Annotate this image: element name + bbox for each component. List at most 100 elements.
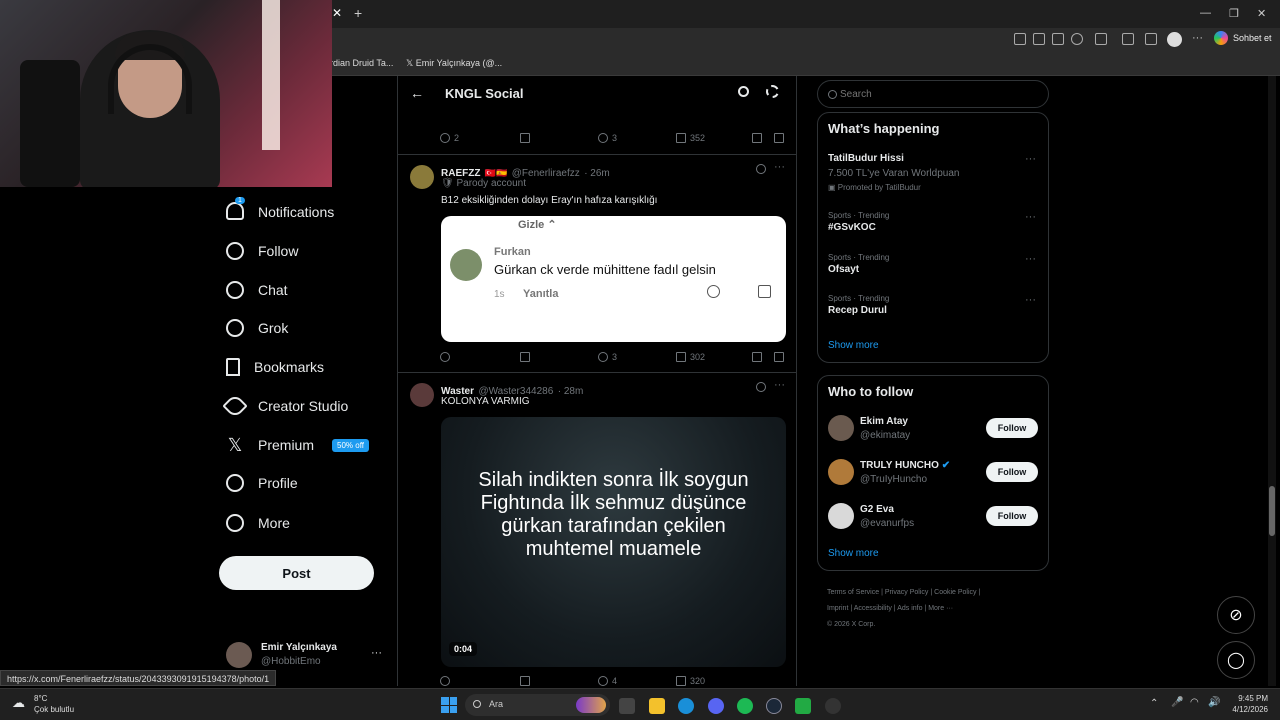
post-button[interactable]: Post bbox=[219, 556, 374, 590]
like-action[interactable]: 3 bbox=[598, 352, 617, 362]
nav-premium[interactable]: 𝕏 Premium 50% off bbox=[226, 430, 369, 460]
views-action[interactable]: 352 bbox=[676, 133, 705, 143]
wifi-icon[interactable]: ◠ bbox=[1190, 697, 1199, 708]
account-more-icon[interactable]: ··· bbox=[371, 647, 382, 659]
split-screen-icon[interactable] bbox=[1014, 33, 1026, 45]
windows-start-icon[interactable] bbox=[441, 697, 457, 713]
nav-profile[interactable]: Profile bbox=[226, 468, 298, 498]
nav-follow[interactable]: Follow bbox=[226, 236, 298, 266]
nav-bookmarks[interactable]: Bookmarks bbox=[226, 352, 324, 382]
maximize-icon[interactable]: ❐ bbox=[1229, 7, 1239, 20]
tweet-media-screenshot[interactable]: Gizle ⌃ Furkan Gürkan ck verde mühittene… bbox=[441, 216, 786, 342]
translate-icon[interactable] bbox=[1033, 33, 1045, 45]
trend-more-icon[interactable]: ··· bbox=[1025, 294, 1036, 306]
grok-explain-icon[interactable] bbox=[756, 382, 766, 392]
close-tab-icon[interactable]: ✕ bbox=[332, 6, 342, 20]
search-icon[interactable] bbox=[738, 86, 749, 97]
terminal-icon[interactable] bbox=[795, 698, 811, 714]
window-close-icon[interactable]: ✕ bbox=[1257, 7, 1266, 20]
clock-time[interactable]: 9:45 PM bbox=[1230, 694, 1268, 703]
tweet-time[interactable]: · 28m bbox=[558, 386, 584, 397]
footer-link[interactable]: Imprint bbox=[827, 605, 848, 612]
follow-suggestion[interactable]: G2 Eva @evanurfps Follow bbox=[818, 500, 1048, 532]
footer-link[interactable]: Terms of Service bbox=[827, 589, 879, 596]
bookmark-item-x[interactable]: 𝕏 Emir Yalçınkaya (@... bbox=[406, 58, 502, 69]
zoom-icon[interactable] bbox=[1052, 33, 1064, 45]
like-action[interactable]: 4 bbox=[598, 676, 617, 686]
footer-link[interactable]: Privacy Policy bbox=[885, 589, 929, 596]
gear-icon[interactable] bbox=[766, 85, 779, 98]
follow-suggestion[interactable]: TRULY HUNCHO ✔ @TruIyHuncho Follow bbox=[818, 456, 1048, 488]
repost-action[interactable] bbox=[520, 133, 530, 143]
microphone-icon[interactable]: 🎤 bbox=[1171, 697, 1183, 708]
share-action[interactable] bbox=[774, 133, 784, 143]
tweet-time[interactable]: · 26m bbox=[584, 168, 610, 179]
trend-more-icon[interactable]: ··· bbox=[1025, 253, 1036, 265]
nav-more[interactable]: More bbox=[226, 508, 290, 538]
footer-link[interactable]: More ··· bbox=[928, 605, 953, 612]
grok-explain-icon[interactable] bbox=[756, 164, 766, 174]
chat-float-button[interactable]: ◯ bbox=[1217, 641, 1255, 679]
repost-action[interactable] bbox=[520, 352, 530, 362]
promoted-trend[interactable]: TatilBudur Hissi 7.500 TL'ye Varan World… bbox=[818, 149, 1048, 199]
back-arrow-icon[interactable]: ← bbox=[410, 85, 424, 101]
follow-button[interactable]: Follow bbox=[986, 418, 1038, 438]
tweet-avatar[interactable] bbox=[410, 383, 434, 407]
collections-icon[interactable] bbox=[1122, 33, 1134, 45]
favorites-icon[interactable] bbox=[1145, 33, 1157, 45]
footer-link[interactable]: Accessibility bbox=[854, 605, 892, 612]
file-explorer-icon[interactable] bbox=[649, 698, 665, 714]
steam-icon[interactable] bbox=[766, 698, 782, 714]
bookmark-action[interactable] bbox=[752, 133, 762, 143]
views-action[interactable]: 320 bbox=[676, 676, 705, 686]
reply-action[interactable]: 2 bbox=[440, 133, 459, 143]
copilot-chat-button[interactable]: Sohbet et bbox=[1214, 31, 1272, 45]
nav-grok[interactable]: Grok bbox=[226, 313, 288, 343]
tweet[interactable]: RAEFZZ 🇹🇷🇪🇸 @Fenerliraefzz · 26m ··· 🛡 P… bbox=[398, 155, 796, 373]
scrollbar-thumb[interactable] bbox=[1269, 486, 1275, 536]
like-action[interactable]: 3 bbox=[598, 133, 617, 143]
weather-desc[interactable]: Çok bulutlu bbox=[34, 705, 74, 714]
share-action[interactable] bbox=[774, 352, 784, 362]
obs-icon[interactable] bbox=[825, 698, 841, 714]
footer-link[interactable]: Cookie Policy bbox=[934, 589, 976, 596]
nav-creator-studio[interactable]: Creator Studio bbox=[222, 391, 348, 421]
taskbar-search[interactable]: Ara bbox=[465, 694, 610, 716]
scrollbar[interactable] bbox=[1268, 76, 1276, 686]
views-action[interactable]: 302 bbox=[676, 352, 705, 362]
trend-item[interactable]: Sports · Trending #GSvKOC ··· bbox=[828, 211, 1048, 233]
account-switcher[interactable]: Emir Yalçınkaya @HobbitEmo ··· bbox=[226, 642, 386, 670]
reply-action[interactable] bbox=[440, 352, 450, 362]
repost-action[interactable] bbox=[520, 676, 530, 686]
tweet-more-icon[interactable]: ··· bbox=[774, 161, 785, 173]
tray-chevron-icon[interactable]: ⌃ bbox=[1150, 698, 1158, 709]
trend-more-icon[interactable]: ··· bbox=[1025, 211, 1036, 223]
search-box[interactable] bbox=[817, 80, 1049, 108]
nav-notifications[interactable]: 1 Notifications bbox=[226, 196, 334, 227]
settings-menu-icon[interactable]: ··· bbox=[1192, 32, 1203, 44]
profile-avatar-icon[interactable] bbox=[1167, 32, 1182, 47]
nav-chat[interactable]: Chat bbox=[226, 275, 288, 305]
trend-item[interactable]: Sports · Trending Recep Durul ··· bbox=[828, 294, 1048, 316]
favorite-star-icon[interactable] bbox=[1071, 33, 1083, 45]
bookmark-action[interactable] bbox=[752, 352, 762, 362]
tweet-more-icon[interactable]: ··· bbox=[774, 379, 785, 391]
follow-show-more[interactable]: Show more bbox=[828, 548, 879, 559]
tweet-video[interactable]: Silah indikten sonra İlk soygun Fightınd… bbox=[441, 417, 786, 667]
hide-replies-label[interactable]: Gizle ⌃ bbox=[518, 218, 557, 231]
follow-button[interactable]: Follow bbox=[986, 462, 1038, 482]
bookmark-item[interactable]: rdian Druid Ta... bbox=[330, 58, 393, 68]
follow-button[interactable]: Follow bbox=[986, 506, 1038, 526]
search-input[interactable] bbox=[840, 86, 1040, 102]
extension-icon[interactable] bbox=[1095, 33, 1107, 45]
discord-icon[interactable] bbox=[708, 698, 724, 714]
minimize-icon[interactable]: — bbox=[1200, 7, 1211, 19]
volume-icon[interactable]: 🔊 bbox=[1208, 697, 1220, 708]
task-view-icon[interactable] bbox=[619, 698, 635, 714]
promo-more-icon[interactable]: ··· bbox=[1025, 153, 1036, 165]
trends-show-more[interactable]: Show more bbox=[828, 340, 879, 351]
weather-temp[interactable]: 8°C bbox=[34, 694, 47, 703]
edge-browser-icon[interactable] bbox=[678, 698, 694, 714]
footer-link[interactable]: Ads info bbox=[897, 605, 922, 612]
reply-action[interactable] bbox=[440, 676, 450, 686]
